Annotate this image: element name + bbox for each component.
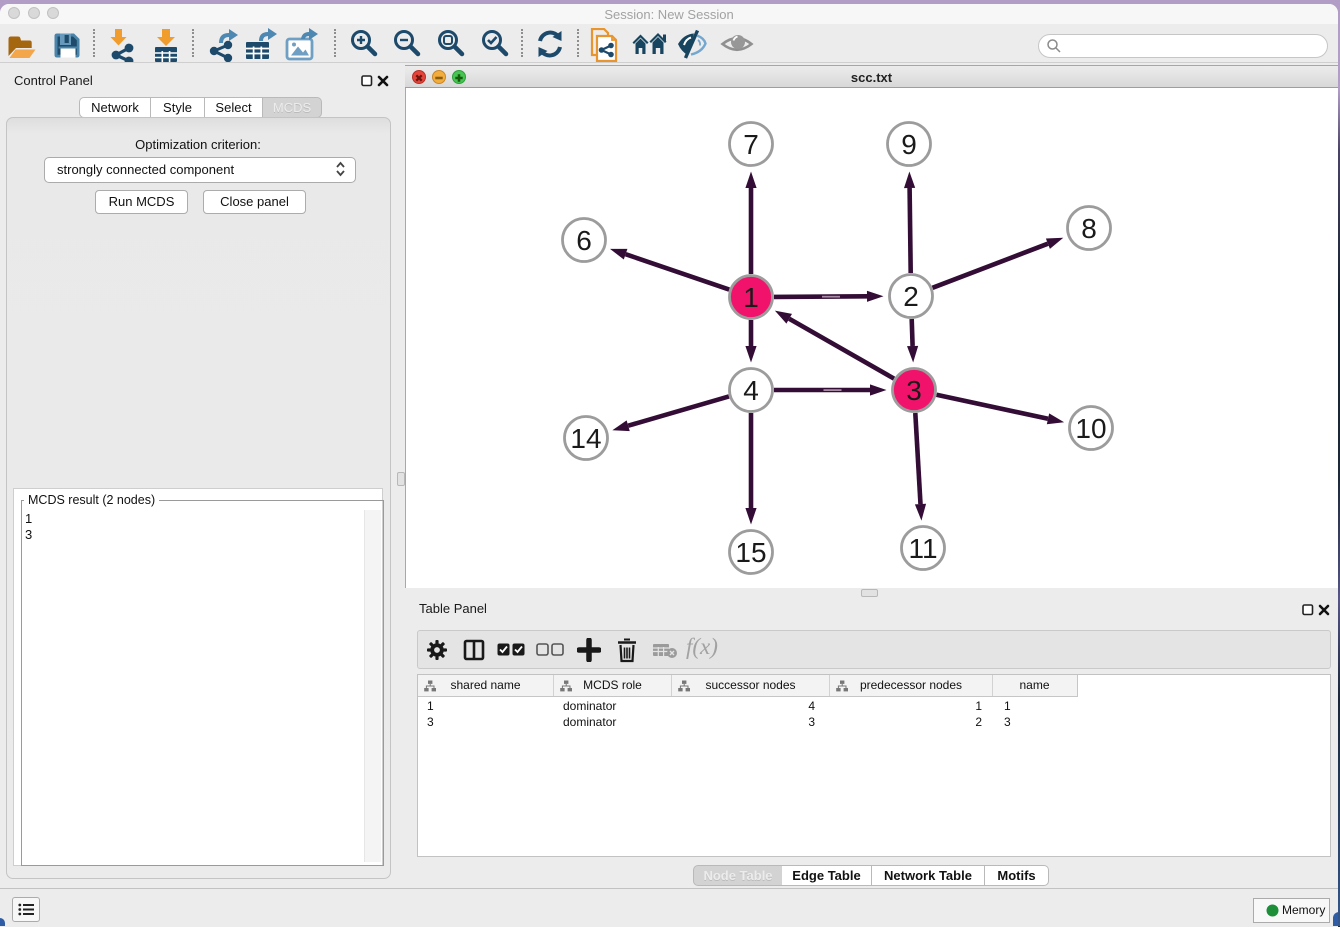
svg-text:2: 2 bbox=[903, 281, 919, 312]
svg-text:11: 11 bbox=[908, 533, 937, 564]
svg-text:10: 10 bbox=[1075, 413, 1106, 444]
svg-text:8: 8 bbox=[1081, 213, 1097, 244]
svg-text:9: 9 bbox=[901, 129, 917, 160]
svg-text:7: 7 bbox=[743, 129, 759, 160]
svg-text:4: 4 bbox=[743, 375, 759, 406]
svg-text:15: 15 bbox=[735, 537, 766, 568]
svg-text:1: 1 bbox=[743, 282, 759, 313]
svg-text:6: 6 bbox=[576, 225, 592, 256]
svg-text:14: 14 bbox=[570, 423, 601, 454]
svg-text:3: 3 bbox=[906, 375, 922, 406]
